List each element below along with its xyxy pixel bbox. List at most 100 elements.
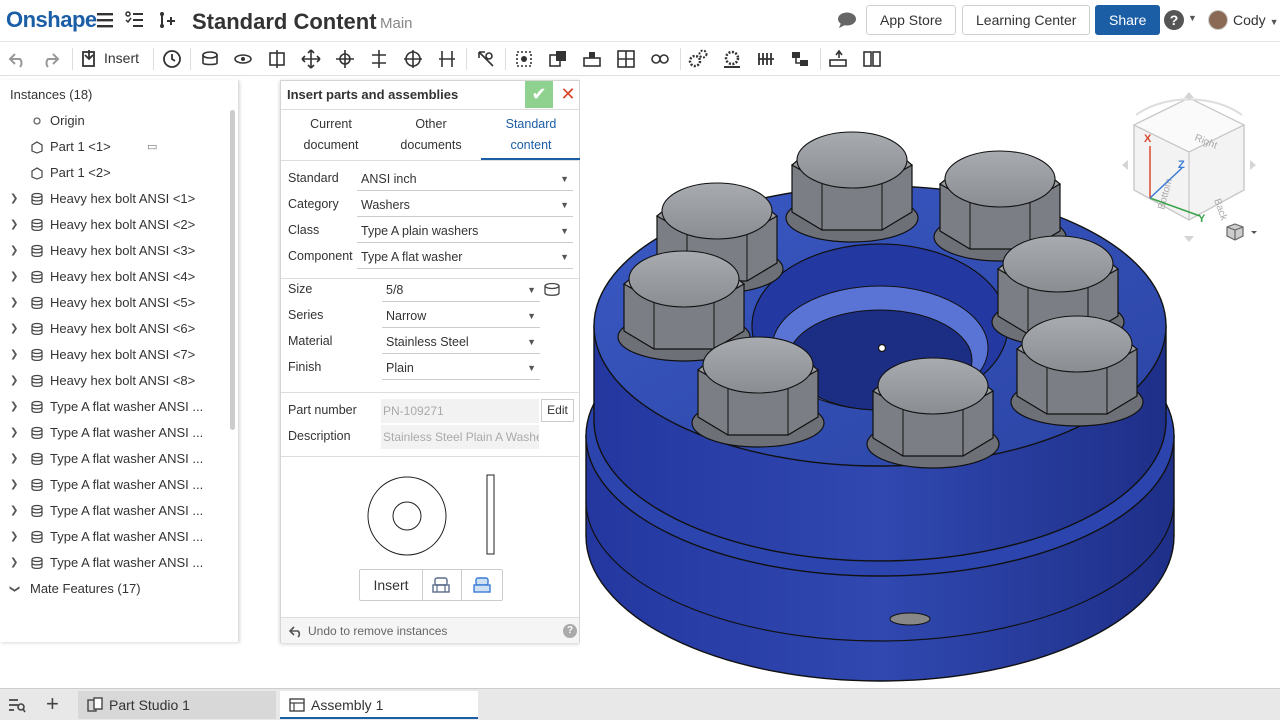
insert-with-mates-icon[interactable] [431,576,451,594]
scrollbar[interactable] [230,110,235,430]
component-select[interactable]: Type A flat washer ▼ [357,245,573,269]
planar-mate-icon[interactable] [301,49,321,69]
tree-item-mate-features[interactable]: ❯ Mate Features (17) [0,576,230,602]
hidden-eye-icon[interactable]: ▭ [147,134,157,160]
undo-icon[interactable] [289,624,303,638]
chevron-right-icon[interactable]: ❯ [10,290,18,316]
section-view-icon[interactable] [862,49,882,69]
edit-button[interactable]: Edit [541,399,574,422]
chevron-right-icon[interactable]: ❯ [10,368,18,394]
tree-item[interactable]: ❯ Heavy hex bolt ANSI <6> [0,316,230,342]
explode-view-icon[interactable] [828,49,848,69]
add-branch-icon[interactable] [155,9,177,31]
undo-icon[interactable] [8,49,28,69]
mate-pattern-icon[interactable] [650,49,670,69]
tree-item[interactable]: ❯ Type A flat washer ANSI ... [0,394,230,420]
tree-item[interactable]: ❯ Type A flat washer ANSI ... [0,420,230,446]
feature-list-icon[interactable] [124,9,146,31]
tree-item[interactable]: ❯ Heavy hex bolt ANSI <5> [0,290,230,316]
tangent-mate-icon[interactable] [476,49,496,69]
confirm-check-icon[interactable]: ✔ [525,81,553,108]
learning-center-button[interactable]: Learning Center [962,5,1091,35]
tree-item[interactable]: ❯ Heavy hex bolt ANSI <7> [0,342,230,368]
chevron-right-icon[interactable]: ❯ [10,446,18,472]
add-tab-icon[interactable]: + [46,692,59,716]
share-button[interactable]: Share [1095,5,1161,35]
parallel-mate-icon[interactable] [437,49,457,69]
chevron-right-icon[interactable]: ❯ [10,472,18,498]
help-chevron-icon[interactable]: ▼ [1188,13,1197,23]
tab-other-documents[interactable]: Other documents [381,114,481,160]
tree-item-origin[interactable]: Origin [0,108,230,134]
chevron-right-icon[interactable]: ❯ [10,316,18,342]
chevron-right-icon[interactable]: ❯ [10,342,18,368]
tree-item[interactable]: ❯ Type A flat washer ANSI ... [0,446,230,472]
slider-mate-icon[interactable] [267,49,287,69]
insert-button[interactable]: Insert [360,570,422,600]
insert-button-label[interactable]: Insert [104,50,139,66]
ball-mate-icon[interactable] [403,49,423,69]
tree-item[interactable]: ❯ Heavy hex bolt ANSI <4> [0,264,230,290]
category-select[interactable]: Washers ▼ [357,193,573,217]
comments-icon[interactable] [836,10,858,32]
rack-pinion-icon[interactable] [722,49,742,69]
tree-item[interactable]: ❯ Type A flat washer ANSI ... [0,524,230,550]
instances-heading[interactable]: Instances (18) [10,87,92,102]
help-icon[interactable]: ? [563,624,577,638]
tab-manager-icon[interactable] [8,697,26,713]
configuration-icon[interactable] [543,281,561,299]
history-icon[interactable] [162,49,182,69]
series-select[interactable]: Narrow ▼ [382,304,540,328]
menu-icon[interactable] [95,9,117,31]
chevron-right-icon[interactable]: ❯ [10,264,18,290]
chevron-right-icon[interactable]: ❯ [10,498,18,524]
size-select[interactable]: 5/8 ▼ [382,278,540,302]
screw-relation-icon[interactable] [756,49,776,69]
class-select[interactable]: Type A plain washers ▼ [357,219,573,243]
onshape-logo[interactable]: Onshape [6,7,97,33]
tab-part-studio[interactable]: Part Studio 1 [78,691,276,719]
document-title[interactable]: Standard Content [192,9,377,35]
app-store-button[interactable]: App Store [866,5,957,35]
chevron-right-icon[interactable]: ❯ [10,550,18,576]
graphics-viewport[interactable]: Right Back Bottom X Y Z [580,76,1280,688]
revolute-mate-icon[interactable] [233,49,253,69]
chevron-right-icon[interactable]: ❯ [10,238,18,264]
tree-item[interactable]: ❯ Type A flat washer ANSI ... [0,498,230,524]
tab-standard-content[interactable]: Standard content [481,114,581,160]
description-field[interactable]: Stainless Steel Plain A Washe [381,425,539,449]
gear-relation-icon[interactable] [688,49,708,69]
pin-slot-mate-icon[interactable] [369,49,389,69]
chevron-right-icon[interactable]: ❯ [10,524,18,550]
finish-select[interactable]: Plain ▼ [382,356,540,380]
insert-icon[interactable] [80,49,100,69]
insert-with-mate-connector-icon[interactable] [472,576,492,594]
chevron-right-icon[interactable]: ❯ [10,420,18,446]
relation-icon[interactable] [582,49,602,69]
fastened-mate-icon[interactable] [200,49,220,69]
tab-assembly[interactable]: Assembly 1 [280,691,478,719]
redo-icon[interactable] [40,49,60,69]
tree-item[interactable]: ❯ Heavy hex bolt ANSI <8> [0,368,230,394]
chevron-right-icon[interactable]: ❯ [10,212,18,238]
close-icon[interactable]: ✕ [557,82,579,107]
material-select[interactable]: Stainless Steel ▼ [382,330,540,354]
avatar[interactable] [1208,10,1228,30]
tree-item[interactable]: ❯ Type A flat washer ANSI ... [0,550,230,576]
linear-relation-icon[interactable] [790,49,810,69]
help-icon[interactable]: ? [1164,10,1184,30]
tree-item[interactable]: Part 1 <1> ▭ [0,134,230,160]
tree-item[interactable]: ❯ Heavy hex bolt ANSI <2> [0,212,230,238]
cylindrical-mate-icon[interactable] [335,49,355,69]
tab-current-document[interactable]: Current document [281,114,381,160]
group-icon[interactable] [548,49,568,69]
tree-item[interactable]: ❯ Type A flat washer ANSI ... [0,472,230,498]
view-options-icon[interactable] [1224,222,1260,244]
mate-connector-icon[interactable] [514,49,534,69]
chevron-down-icon[interactable]: ❯ [1,585,27,593]
chevron-right-icon[interactable]: ❯ [10,186,18,212]
chevron-right-icon[interactable]: ❯ [10,394,18,420]
undo-to-remove-link[interactable]: Undo to remove instances [308,624,447,638]
tree-item[interactable]: ❯ Heavy hex bolt ANSI <3> [0,238,230,264]
part-number-field[interactable]: PN-109271 [381,399,539,423]
